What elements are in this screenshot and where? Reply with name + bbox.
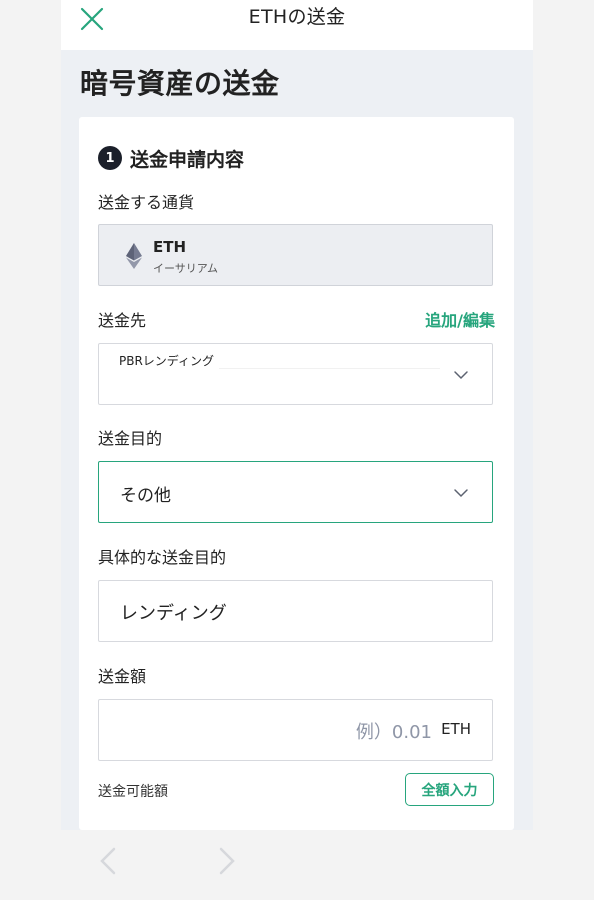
chevron-down-icon	[454, 371, 468, 380]
add-edit-destination-link[interactable]: 追加/編集	[425, 309, 495, 333]
destination-select[interactable]: PBRレンディング	[98, 343, 493, 405]
specific-purpose-label: 具体的な送金目的	[98, 548, 227, 567]
bottom-navigation	[61, 830, 533, 900]
amount-unit: ETH	[441, 720, 471, 738]
page-title: 暗号資産の送金	[80, 67, 280, 100]
remittance-form-card: 1 送金申請内容 送金する通貨 ETH イーサリアム 送金先 追加/編集 PBR…	[79, 117, 514, 830]
section-header: 1 送金申請内容	[98, 145, 244, 171]
chevron-right-icon	[219, 847, 235, 875]
purpose-label: 送金目的	[98, 429, 163, 448]
amount-label: 送金額	[98, 667, 147, 686]
currency-field: ETH イーサリアム	[98, 224, 493, 286]
fill-all-button[interactable]: 全額入力	[405, 773, 494, 806]
specific-purpose-input[interactable]: レンディング	[98, 580, 493, 642]
specific-purpose-value: レンディング	[120, 603, 227, 624]
amount-input[interactable]: 例）0.01 ETH	[98, 699, 493, 761]
app-window: ETHの送金 暗号資産の送金 1 送金申請内容 送金する通貨 ETH イーサリア…	[61, 0, 533, 900]
purpose-value: その他	[120, 486, 171, 506]
currency-name: イーサリアム	[153, 262, 219, 275]
destination-divider	[219, 368, 440, 369]
step-number-badge: 1	[98, 146, 122, 170]
destination-label: 送金先	[98, 311, 147, 330]
destination-value: PBRレンディング	[119, 354, 214, 368]
forward-button[interactable]	[211, 844, 241, 878]
main-content: 暗号資産の送金 1 送金申請内容 送金する通貨 ETH イーサリアム 送金先 追…	[61, 50, 533, 830]
chevron-left-icon	[100, 847, 116, 875]
section-title: 送金申請内容	[130, 148, 245, 171]
chevron-down-icon	[454, 489, 468, 498]
ethereum-icon	[126, 243, 142, 269]
amount-placeholder: 例）0.01	[355, 722, 432, 743]
currency-code: ETH	[153, 238, 187, 256]
back-button[interactable]	[94, 844, 124, 878]
purpose-select[interactable]: その他	[98, 461, 493, 523]
window-title: ETHの送金	[248, 6, 346, 28]
top-bar: ETHの送金	[61, 0, 533, 50]
available-amount-label: 送金可能額	[98, 784, 168, 800]
currency-label: 送金する通貨	[98, 193, 195, 212]
